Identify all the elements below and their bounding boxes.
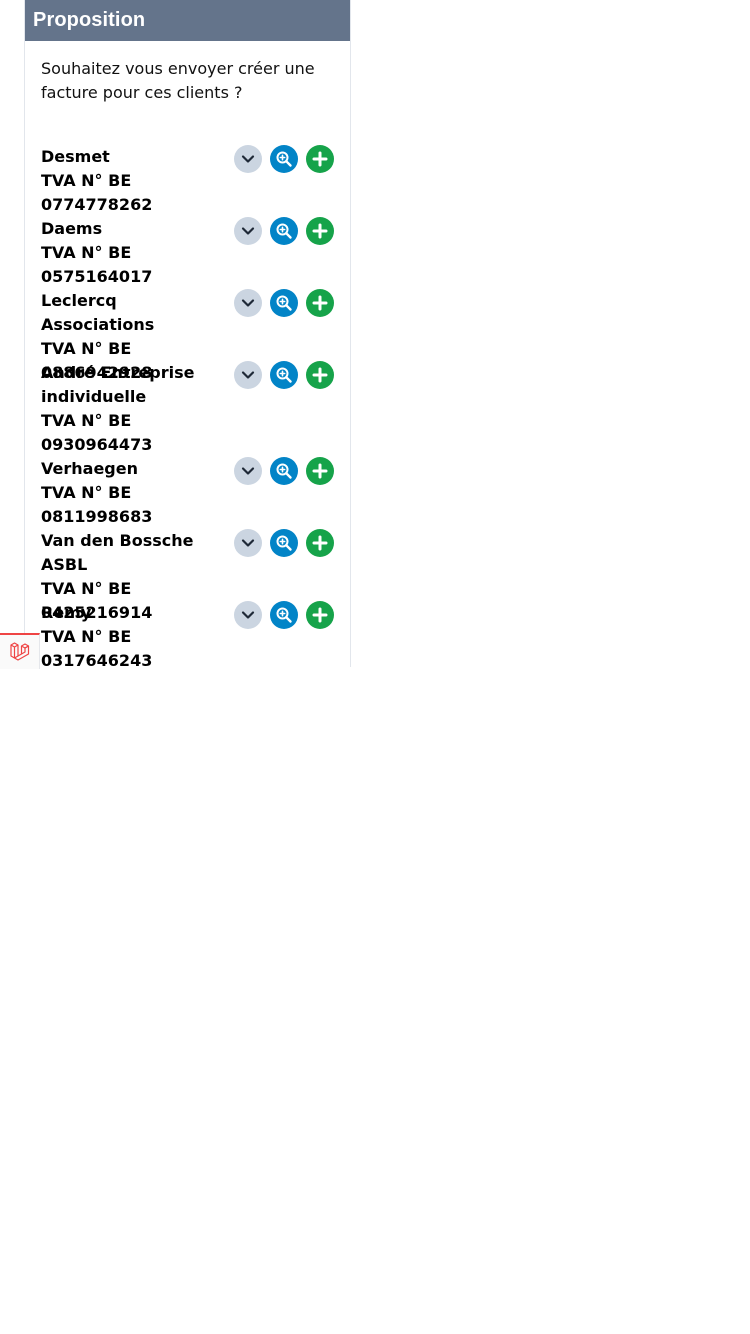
plus-icon [312, 223, 328, 239]
add-invoice-button[interactable] [306, 601, 334, 629]
client-vat-number: TVA N° BE 0575164017 [41, 243, 153, 286]
view-client-button[interactable] [270, 145, 298, 173]
add-invoice-button[interactable] [306, 289, 334, 317]
client-name: Daems [41, 219, 103, 238]
client-name: Remy [41, 603, 92, 622]
zoom-in-icon [276, 607, 292, 623]
zoom-in-icon [276, 367, 292, 383]
panel-title: Proposition [25, 0, 350, 41]
view-client-button[interactable] [270, 217, 298, 245]
chevron-down-icon [241, 299, 255, 307]
expand-button[interactable] [234, 457, 262, 485]
client-vat-number: TVA N° BE 0774778262 [41, 171, 153, 214]
plus-icon [312, 535, 328, 551]
laravel-logo-icon [9, 642, 29, 661]
plus-icon [312, 151, 328, 167]
client-item: Daems TVA N° BE 0575164017 [41, 217, 341, 289]
expand-button[interactable] [234, 529, 262, 557]
add-invoice-button[interactable] [306, 145, 334, 173]
plus-icon [312, 607, 328, 623]
zoom-in-icon [276, 535, 292, 551]
chevron-down-icon [241, 539, 255, 547]
client-actions [234, 145, 334, 173]
add-invoice-button[interactable] [306, 457, 334, 485]
client-actions [234, 361, 334, 389]
expand-button[interactable] [234, 601, 262, 629]
expand-button[interactable] [234, 361, 262, 389]
panel-intro-text: Souhaitez vous envoyer créer une facture… [41, 59, 315, 102]
view-client-button[interactable] [270, 601, 298, 629]
client-item: Desmet TVA N° BE 0774778262 [41, 145, 341, 217]
client-vat-number: TVA N° BE 0317646243 [41, 627, 153, 667]
chevron-down-icon [241, 155, 255, 163]
client-name: Desmet [41, 147, 110, 166]
client-name: André Entreprise individuelle [41, 363, 195, 406]
debugbar-toggle-button[interactable] [0, 633, 40, 669]
plus-icon [312, 295, 328, 311]
client-name: Leclercq Associations [41, 291, 155, 334]
client-vat-number: TVA N° BE 0930964473 [41, 411, 153, 454]
expand-button[interactable] [234, 145, 262, 173]
plus-icon [312, 463, 328, 479]
zoom-in-icon [276, 295, 292, 311]
zoom-in-icon [276, 151, 292, 167]
client-actions [234, 289, 334, 317]
zoom-in-icon [276, 463, 292, 479]
client-name: Verhaegen [41, 459, 138, 478]
add-invoice-button[interactable] [306, 361, 334, 389]
client-item: André Entreprise individuelle TVA N° BE … [41, 361, 341, 457]
view-client-button[interactable] [270, 289, 298, 317]
client-item: Verhaegen TVA N° BE 0811998683 [41, 457, 341, 529]
chevron-down-icon [241, 371, 255, 379]
client-item: Remy TVA N° BE 0317646243 [41, 601, 341, 667]
zoom-in-icon [276, 223, 292, 239]
chevron-down-icon [241, 467, 255, 475]
add-invoice-button[interactable] [306, 217, 334, 245]
expand-button[interactable] [234, 217, 262, 245]
client-actions [234, 601, 334, 629]
client-actions [234, 529, 334, 557]
view-client-button[interactable] [270, 457, 298, 485]
client-vat-number: TVA N° BE 0811998683 [41, 483, 153, 526]
chevron-down-icon [241, 227, 255, 235]
plus-icon [312, 367, 328, 383]
chevron-down-icon [241, 611, 255, 619]
client-name: Van den Bossche ASBL [41, 531, 194, 574]
client-actions [234, 217, 334, 245]
expand-button[interactable] [234, 289, 262, 317]
view-client-button[interactable] [270, 361, 298, 389]
add-invoice-button[interactable] [306, 529, 334, 557]
view-client-button[interactable] [270, 529, 298, 557]
proposition-panel: Proposition Souhaitez vous envoyer créer… [24, 0, 351, 667]
client-actions [234, 457, 334, 485]
